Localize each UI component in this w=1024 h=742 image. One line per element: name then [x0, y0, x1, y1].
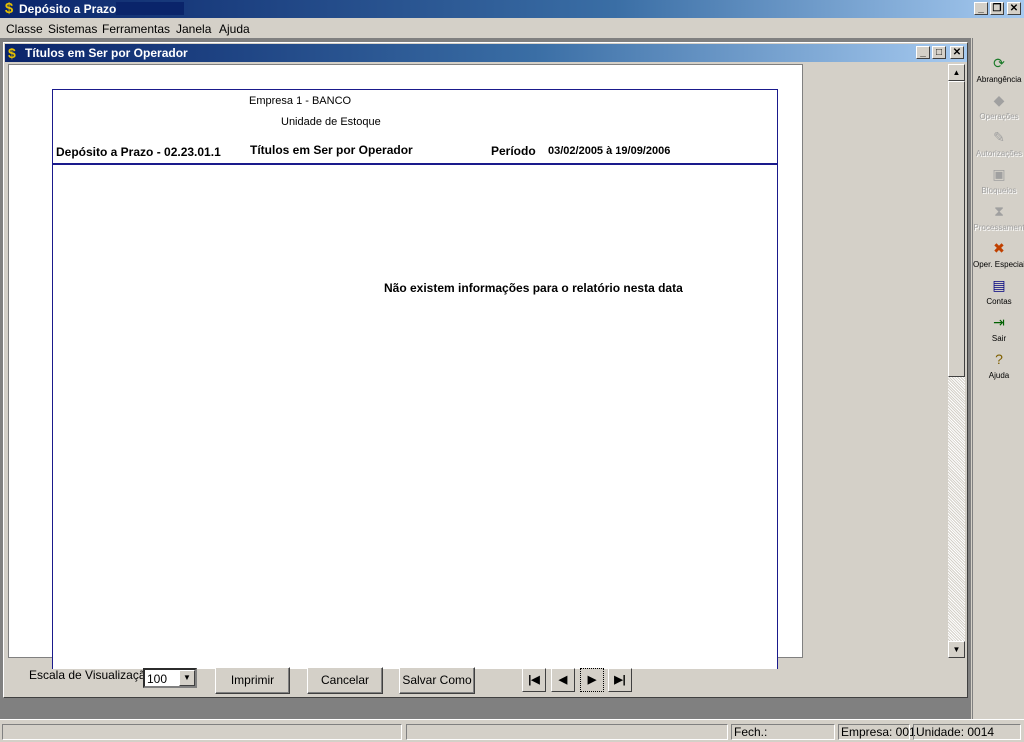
toolbar-label: Abrangência	[976, 75, 1022, 84]
vertical-scrollbar[interactable]: ▲ ▼	[948, 64, 965, 658]
status-bar: Fech.: Empresa: 001 Unidade: 0014	[0, 719, 1024, 742]
report-unit: Unidade de Estoque	[281, 116, 381, 128]
toolbar-label: Processament	[973, 223, 1024, 232]
toolbar-ajuda[interactable]: ? Ajuda	[973, 351, 1024, 387]
prev-page-icon[interactable]: ◀	[551, 668, 575, 692]
menu-ajuda[interactable]: Ajuda	[219, 22, 250, 36]
report-page	[52, 89, 778, 669]
scroll-up-icon[interactable]: ▲	[948, 64, 965, 81]
menu-janela[interactable]: Janela	[176, 22, 211, 36]
close-icon[interactable]: ✕	[1007, 2, 1021, 15]
scroll-thumb[interactable]	[948, 81, 965, 377]
toolbar-processamento[interactable]: ⧗ Processament	[973, 203, 1024, 239]
hourglass-icon: ⧗	[994, 203, 1004, 219]
empty-message: Não existem informações para o relatório…	[384, 281, 683, 295]
report-title: Títulos em Ser por Operador	[250, 143, 413, 157]
zoom-value: 100	[147, 672, 168, 686]
last-page-icon[interactable]: ▶|	[608, 668, 632, 692]
accounts-icon: ▤	[992, 277, 1006, 293]
toolbar-contas[interactable]: ▤ Contas	[973, 277, 1024, 313]
lock-icon: ▣	[992, 166, 1006, 182]
report-company: Empresa 1 - BANCO	[249, 95, 352, 107]
period-label: Período	[491, 144, 536, 158]
tools-icon: ✖	[993, 240, 1005, 256]
toolbar-label: Oper. Especiai	[973, 260, 1024, 269]
report-code: Depósito a Prazo - 02.23.01.1	[56, 145, 221, 159]
menu-ferramentas[interactable]: Ferramentas	[102, 22, 170, 36]
first-page-icon[interactable]: |◀	[522, 668, 546, 692]
app-title-bar: $ Depósito a Prazo _ ❐ ✕	[0, 0, 1024, 18]
dollar-icon: $	[8, 45, 16, 61]
toolbar-label: Ajuda	[988, 371, 1010, 380]
app-title: Depósito a Prazo	[19, 2, 117, 16]
status-unidade: Unidade: 0014	[913, 724, 1021, 740]
period-value: 03/02/2005 à 19/09/2006	[548, 145, 671, 157]
side-toolbar: ⟳ Abrangência ◆ Operações ✎ Autorizações…	[972, 38, 1024, 719]
toolbar-label: Autorizações	[975, 149, 1023, 158]
print-button[interactable]: Imprimir	[215, 667, 290, 694]
child-maximize-icon[interactable]: □	[932, 46, 946, 59]
help-icon: ?	[995, 351, 1003, 367]
status-panel-blank	[406, 724, 728, 740]
zoom-select[interactable]: 100 ▼	[143, 668, 197, 688]
next-page-icon[interactable]: ▶	[580, 668, 604, 692]
menu-bar: Classe Sistemas Ferramentas Janela Ajuda	[0, 19, 1024, 37]
status-fech: Fech.:	[731, 724, 835, 740]
menu-sistemas[interactable]: Sistemas	[48, 22, 97, 36]
toolbar-label: Contas	[986, 297, 1012, 306]
scroll-down-icon[interactable]: ▼	[948, 641, 965, 658]
toolbar-oper-especiais[interactable]: ✖ Oper. Especiai	[973, 240, 1024, 276]
print-label: Imprimir	[230, 673, 275, 687]
globe-icon: ⟳	[993, 55, 1005, 71]
toolbar-bloqueios[interactable]: ▣ Bloqueios	[973, 166, 1024, 202]
child-close-icon[interactable]: ✕	[950, 46, 964, 59]
child-minimize-icon[interactable]: _	[916, 46, 930, 59]
cancel-label: Cancelar	[320, 673, 370, 687]
toolbar-autorizacoes[interactable]: ✎ Autorizações	[973, 129, 1024, 165]
toolbar-abrangencia[interactable]: ⟳ Abrangência	[973, 55, 1024, 91]
menu-classe[interactable]: Classe	[6, 22, 43, 36]
cancel-button[interactable]: Cancelar	[307, 667, 383, 694]
toolbar-label: Operações	[979, 112, 1019, 121]
chevron-down-icon[interactable]: ▼	[179, 670, 195, 686]
pen-icon: ✎	[993, 129, 1005, 145]
save-as-label: Salvar Como	[402, 673, 472, 687]
exit-door-icon: ⇥	[993, 314, 1005, 330]
toolbar-label: Bloqueios	[981, 186, 1017, 195]
restore-icon[interactable]: ❐	[990, 2, 1004, 15]
toolbar-sair[interactable]: ⇥ Sair	[973, 314, 1024, 350]
minimize-icon[interactable]: _	[974, 2, 988, 15]
zoom-label: Escala de Visualização	[29, 668, 153, 682]
report-window-title: Títulos em Ser por Operador	[25, 46, 188, 60]
status-panel-main	[2, 724, 402, 740]
status-empresa: Empresa: 001	[838, 724, 916, 740]
report-window-title-bar: $ Títulos em Ser por Operador _ □ ✕	[5, 44, 967, 62]
tag-icon: ◆	[993, 92, 1005, 108]
toolbar-operacoes[interactable]: ◆ Operações	[973, 92, 1024, 128]
title-highlight	[116, 2, 184, 15]
toolbar-label: Sair	[991, 334, 1007, 343]
save-as-button[interactable]: Salvar Como	[399, 667, 475, 694]
header-rule	[53, 163, 778, 165]
dollar-icon: $	[4, 0, 14, 17]
